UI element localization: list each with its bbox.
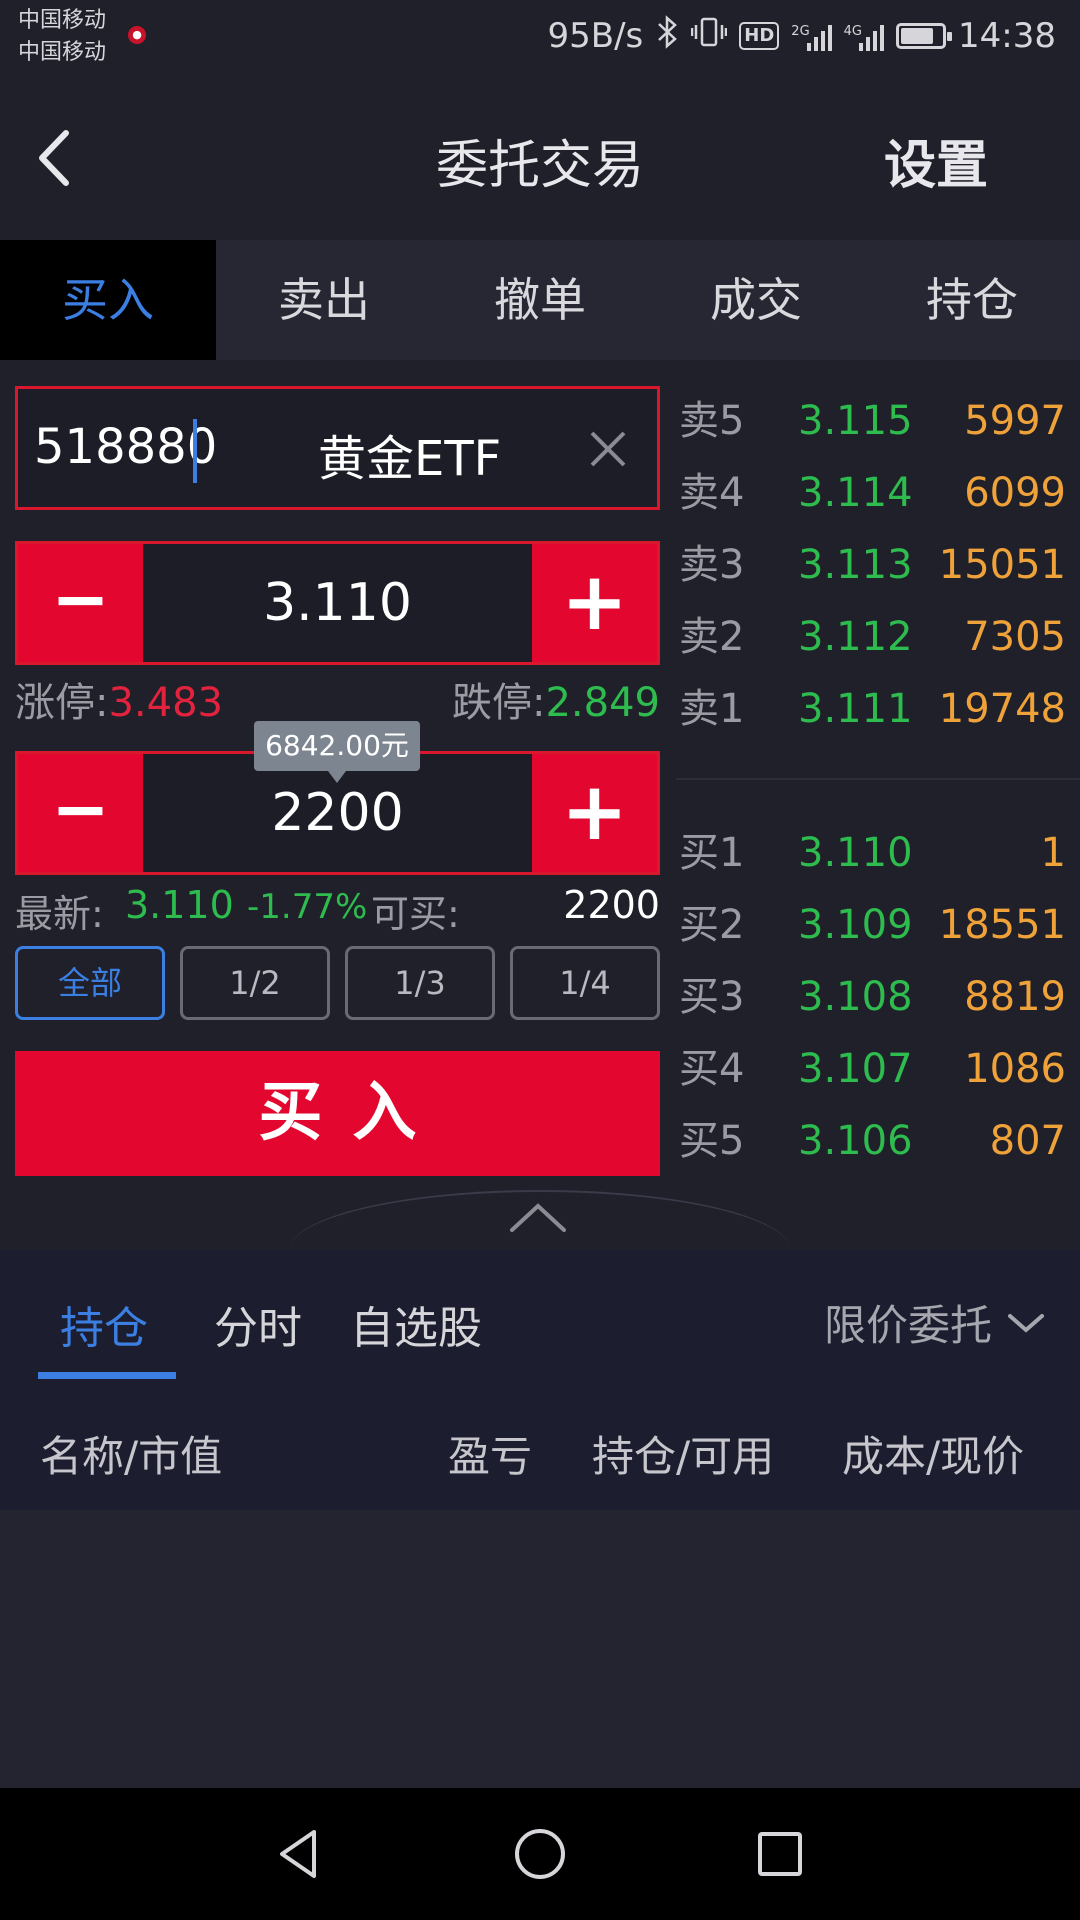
chevron-down-icon [1008, 1313, 1044, 1333]
square-recents-icon [758, 1832, 802, 1876]
col-pnl: 盈亏 [448, 1432, 533, 1481]
amount-tooltip: 6842.00元 [254, 721, 420, 783]
holdings-column-header: 名称/市值 盈亏 持仓/可用 成本/现价 [0, 1385, 1080, 1510]
notification-icon: ● [128, 26, 146, 44]
trade-tabs: 买入 卖出 撤单 成交 持仓 [0, 240, 1080, 360]
bid-row: 买5 3.106 807 [679, 1118, 1066, 1164]
triangle-back-icon [280, 1830, 316, 1878]
available-qty: 2200 [563, 883, 660, 927]
available-label: 可买: [371, 892, 460, 936]
hd-icon: HD [739, 22, 780, 50]
settings-button[interactable]: 设置 [884, 123, 988, 198]
quantity-minus-button[interactable]: − [18, 754, 143, 872]
ratio-all-button[interactable]: 全部 [15, 946, 165, 1020]
limit-up: 涨停:3.483 [15, 680, 223, 726]
ratio-third-button[interactable]: 1/3 [345, 946, 495, 1020]
quantity-plus-button[interactable]: + [532, 754, 657, 872]
price-minus-button[interactable]: − [18, 544, 143, 662]
tab-buy[interactable]: 买入 [0, 240, 216, 360]
change-pct: -1.77% [247, 887, 368, 927]
ask-row: 卖1 3.111 19748 [679, 686, 1066, 732]
signal-4g-icon: 4G [844, 21, 885, 51]
nav-home-button[interactable] [510, 1824, 570, 1884]
order-type-dropdown[interactable]: 限价委托 [824, 1292, 1046, 1353]
carrier-2: 中国移动 [18, 40, 107, 65]
price-stepper: − 3.110 + [15, 541, 660, 665]
tab-holdings[interactable]: 持仓 [60, 1292, 148, 1356]
stock-code-input[interactable]: 518880 黄金ETF [15, 386, 660, 510]
buy-submit-button[interactable]: 买入 [15, 1051, 660, 1176]
limit-row: 涨停:3.483 跌停:2.849 [15, 670, 660, 726]
ask-row: 卖5 3.115 5997 [679, 398, 1066, 444]
col-name: 名称/市值 [40, 1432, 223, 1481]
clear-button[interactable] [578, 419, 638, 479]
stock-name: 黄金ETF [318, 431, 502, 487]
nav-recents-button[interactable] [750, 1824, 810, 1884]
status-icons: 95B/s HD 2G 4G 14:38 [548, 14, 1056, 58]
status-bar: 中国移动 中国移动 ● 95B/s HD 2G 4G 14:38 [0, 0, 1080, 78]
close-icon [590, 431, 626, 467]
ratio-quarter-button[interactable]: 1/4 [510, 946, 660, 1020]
info-row: 最新: 3.110 -1.77% 可买: 2200 [15, 883, 660, 936]
text-cursor [193, 419, 197, 483]
bid-row: 买2 3.109 18551 [679, 902, 1066, 948]
order-type-label: 限价委托 [823, 1301, 992, 1350]
price-input[interactable]: 3.110 [143, 544, 532, 662]
limit-down: 跌停:2.849 [452, 680, 660, 726]
bid-row: 买4 3.107 1086 [679, 1046, 1066, 1092]
tab-timeshare[interactable]: 分时 [214, 1292, 302, 1356]
circle-home-icon [515, 1829, 565, 1879]
ask-row: 卖2 3.112 7305 [679, 614, 1066, 660]
signal-2g-icon: 2G [791, 21, 832, 51]
col-cost: 成本/现价 [842, 1432, 1025, 1481]
tab-watchlist[interactable]: 自选股 [350, 1292, 482, 1356]
tab-sell[interactable]: 卖出 [216, 240, 432, 360]
clock: 14:38 [958, 16, 1056, 56]
latest-label: 最新: [15, 892, 104, 936]
chevron-up-icon[interactable] [508, 1198, 568, 1238]
col-position: 持仓/可用 [592, 1432, 775, 1481]
bluetooth-icon [655, 14, 679, 58]
carrier-1: 中国移动 [18, 8, 107, 33]
bid-row: 买3 3.108 8819 [679, 974, 1066, 1020]
nav-back-button[interactable] [270, 1824, 330, 1884]
tab-positions[interactable]: 持仓 [864, 240, 1080, 360]
tab-cancel[interactable]: 撤单 [432, 240, 648, 360]
vibrate-icon [691, 15, 728, 58]
stock-code: 518880 [34, 419, 218, 475]
ask-row: 卖4 3.114 6099 [679, 470, 1066, 516]
holdings-list [0, 1510, 1080, 1788]
book-divider [676, 778, 1080, 780]
bottom-tabs: 持仓 分时 自选股 限价委托 [0, 1250, 1080, 1385]
price-plus-button[interactable]: + [532, 544, 657, 662]
ratio-half-button[interactable]: 1/2 [180, 946, 330, 1020]
battery-icon [896, 23, 953, 49]
app-header: 委托交易 设置 [0, 78, 1080, 240]
ask-row: 卖3 3.113 15051 [679, 542, 1066, 588]
tab-deals[interactable]: 成交 [648, 240, 864, 360]
active-tab-indicator [38, 1372, 176, 1379]
latest-price: 3.110 [125, 883, 234, 927]
bid-row: 买1 3.110 1 [679, 830, 1066, 876]
net-speed: 95B/s [547, 16, 644, 56]
system-nav-bar [0, 1788, 1080, 1920]
